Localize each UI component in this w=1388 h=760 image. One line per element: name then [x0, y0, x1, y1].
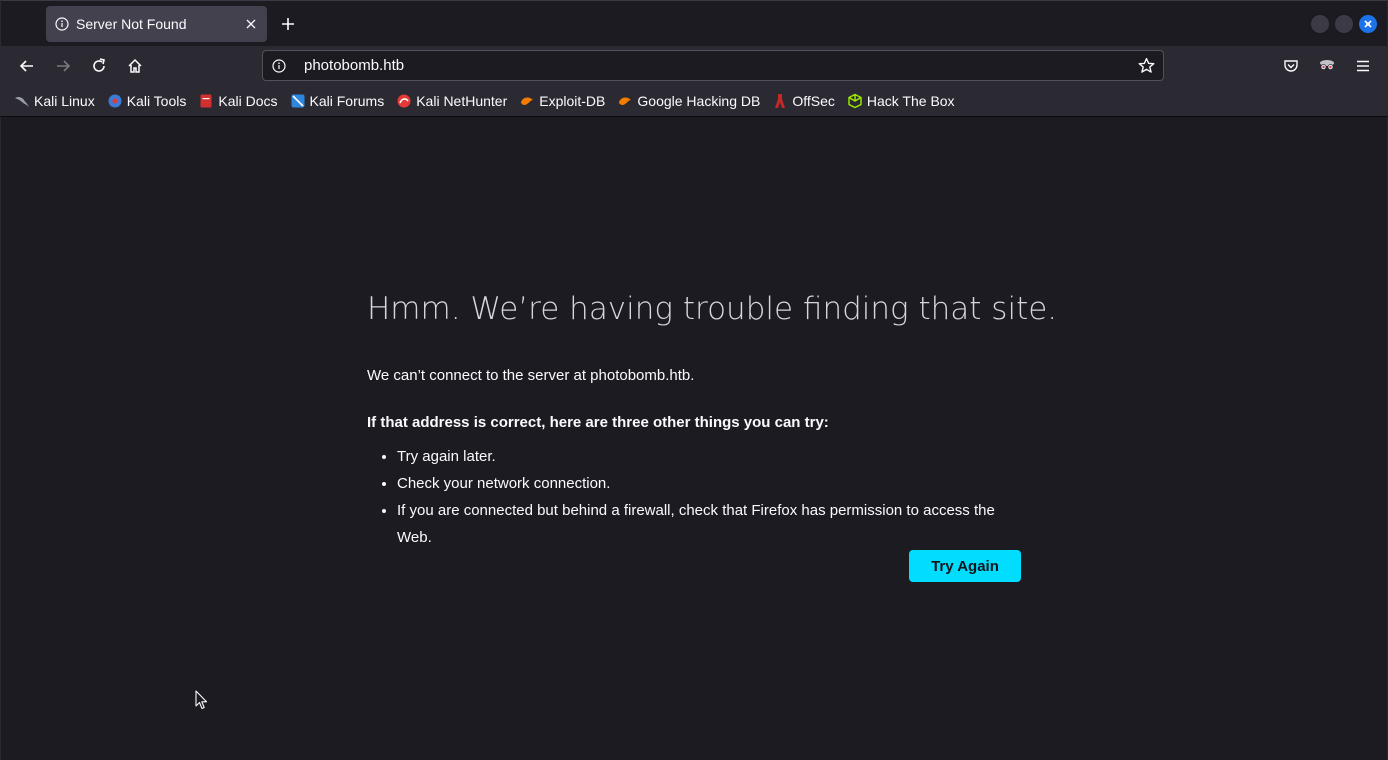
- list-item: If you are connected but behind a firewa…: [397, 497, 1027, 551]
- pocket-icon[interactable]: [1281, 56, 1301, 76]
- tab-title: Server Not Found: [76, 16, 187, 32]
- reload-button[interactable]: [89, 56, 109, 76]
- kali-dragon-icon: [14, 93, 30, 109]
- nav-toolbar: photobomb.htb: [0, 46, 1388, 86]
- error-suggestion-heading: If that address is correct, here are thr…: [367, 414, 829, 431]
- kali-tools-icon: [107, 93, 123, 109]
- close-tab-icon[interactable]: [243, 16, 259, 32]
- bookmark-star-icon[interactable]: [1136, 56, 1156, 76]
- suggestion-list: Try again later. Check your network conn…: [397, 443, 1027, 551]
- tab-strip: Server Not Found: [0, 0, 1388, 46]
- home-button[interactable]: [125, 56, 145, 76]
- bookmark-kali-tools[interactable]: Kali Tools: [107, 89, 186, 113]
- error-title: Hmm. We’re having trouble finding that s…: [367, 291, 1058, 327]
- bookmark-kali-forums[interactable]: Kali Forums: [290, 89, 384, 113]
- bookmark-offsec[interactable]: OffSec: [772, 89, 835, 113]
- kali-forums-icon: [290, 93, 306, 109]
- list-item: Try again later.: [397, 443, 1027, 470]
- extension-icon[interactable]: [1317, 56, 1337, 76]
- new-tab-button[interactable]: [277, 13, 299, 35]
- bookmark-kali-docs[interactable]: Kali Docs: [198, 89, 278, 113]
- maximize-button[interactable]: [1335, 15, 1353, 33]
- site-info-icon[interactable]: [271, 58, 287, 74]
- list-item: Check your network connection.: [397, 470, 1027, 497]
- url-input[interactable]: photobomb.htb: [304, 57, 1136, 74]
- offsec-icon: [772, 93, 788, 109]
- exploit-db-icon: [519, 93, 535, 109]
- bookmark-kali-linux[interactable]: Kali Linux: [14, 89, 95, 113]
- page-content: Hmm. We’re having trouble finding that s…: [0, 117, 1388, 760]
- bookmarks-toolbar: Kali Linux Kali Tools Kali Docs Kali For…: [0, 86, 1388, 117]
- bookmark-exploit-db[interactable]: Exploit-DB: [519, 89, 605, 113]
- tab-server-not-found[interactable]: Server Not Found: [46, 6, 267, 42]
- ghdb-icon: [617, 93, 633, 109]
- close-window-button[interactable]: [1359, 15, 1377, 33]
- menu-icon[interactable]: [1353, 56, 1373, 76]
- hack-the-box-icon: [847, 93, 863, 109]
- try-again-button[interactable]: Try Again: [909, 550, 1021, 582]
- minimize-button[interactable]: [1311, 15, 1329, 33]
- url-bar[interactable]: photobomb.htb: [262, 50, 1164, 81]
- bookmark-google-hacking-db[interactable]: Google Hacking DB: [617, 89, 760, 113]
- bookmark-hack-the-box[interactable]: Hack The Box: [847, 89, 955, 113]
- forward-button[interactable]: [53, 56, 73, 76]
- mouse-cursor-icon: [195, 690, 209, 710]
- info-icon: [54, 16, 70, 32]
- back-button[interactable]: [17, 56, 37, 76]
- bookmark-kali-nethunter[interactable]: Kali NetHunter: [396, 89, 507, 113]
- kali-nethunter-icon: [396, 93, 412, 109]
- kali-docs-icon: [198, 93, 214, 109]
- error-container: Hmm. We’re having trouble finding that s…: [367, 289, 1058, 582]
- error-description: We can’t connect to the server at photob…: [367, 367, 695, 384]
